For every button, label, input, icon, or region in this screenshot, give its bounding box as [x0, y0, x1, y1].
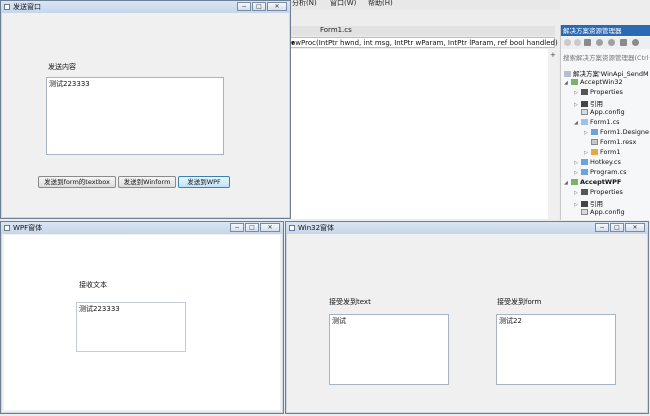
- references-icon: [581, 101, 588, 107]
- resx-file-icon: [591, 139, 598, 145]
- send-window: 发送窗口 − □ ✕ 发送内容 测试223333 发送到form的textbox…: [0, 0, 291, 219]
- collapsed-arrow-icon[interactable]: ▷: [574, 102, 581, 108]
- tree-item-form1[interactable]: ▷ Form1: [584, 148, 621, 158]
- sync-icon[interactable]: [608, 39, 615, 46]
- win32-window-client: 接受发到text 测试 接受发到form 测试22: [289, 235, 645, 410]
- member-dropdown[interactable]: owProc(IntPtr hwnd, int msg, IntPtr wPar…: [290, 37, 558, 48]
- cs-file-icon: [581, 159, 588, 165]
- app-icon: [4, 4, 10, 10]
- cs-file-icon: [581, 169, 588, 175]
- back-icon[interactable]: [564, 39, 571, 46]
- content-label: 发送内容: [48, 63, 76, 71]
- minimize-button[interactable]: −: [230, 223, 244, 232]
- app-icon: [289, 225, 295, 231]
- collapsed-arrow-icon[interactable]: ▷: [574, 170, 581, 176]
- home-icon[interactable]: [584, 39, 591, 46]
- close-button[interactable]: ✕: [625, 223, 645, 232]
- solution-search-input[interactable]: 搜索解决方案资源管理器(Ctrl+: [563, 52, 650, 61]
- send-window-titlebar[interactable]: 发送窗口 − □ ✕: [1, 1, 290, 13]
- close-button[interactable]: ✕: [260, 223, 280, 232]
- tree-item-app-config[interactable]: App.config: [581, 108, 625, 118]
- tree-item-form1-cs[interactable]: ◢ Form1.cs: [574, 118, 620, 128]
- maximize-button[interactable]: □: [610, 223, 624, 232]
- form-receive-label: 接受发到form: [497, 298, 542, 306]
- content-textarea[interactable]: 测试223333: [46, 77, 224, 155]
- references-icon: [581, 201, 588, 207]
- tree-item-solution[interactable]: 解决方案'WinApi_SendM: [564, 68, 649, 78]
- form-file-icon: [581, 119, 588, 125]
- tree-item-app-config[interactable]: App.config: [581, 208, 625, 218]
- tab-form1-cs[interactable]: Form1.cs: [320, 26, 352, 34]
- menu-window[interactable]: 窗口(W): [330, 0, 356, 8]
- minimize-button[interactable]: −: [237, 2, 251, 11]
- tree-item-hotkey[interactable]: ▷ Hotkey.cs: [574, 158, 621, 168]
- receive-textbox[interactable]: 测试223333: [76, 302, 186, 352]
- win32-window: Win32窗体 − □ ✕ 接受发到text 测试 接受发到form 测试22: [285, 221, 649, 414]
- close-button[interactable]: ✕: [267, 2, 287, 11]
- menu-help[interactable]: 帮助(H): [368, 0, 393, 8]
- send-to-winform-button[interactable]: 发送到Winform: [118, 176, 176, 188]
- code-editor[interactable]: [290, 49, 548, 219]
- tree-item-references[interactable]: ▷ 引用: [574, 98, 603, 108]
- refresh-icon[interactable]: [596, 39, 603, 46]
- config-file-icon: [581, 109, 588, 115]
- wpf-window-title: WPF窗体: [13, 224, 43, 232]
- tree-item-acceptwin32[interactable]: ◢ AcceptWin32: [564, 78, 623, 88]
- solution-explorer-toolbar: [561, 37, 650, 49]
- tree-item-properties[interactable]: ▷ Properties: [574, 188, 623, 198]
- send-to-form-textbox-button[interactable]: 发送到form的textbox: [38, 176, 116, 188]
- add-icon: +: [550, 51, 556, 59]
- collapsed-arrow-icon[interactable]: ▷: [574, 190, 581, 196]
- class-icon: [591, 149, 598, 155]
- send-to-wpf-button[interactable]: 发送到WPF: [178, 176, 230, 188]
- wpf-window: WPF窗体 − □ ✕ 接收文本 测试223333: [0, 221, 284, 414]
- solution-explorer: 解决方案资源管理器 搜索解决方案资源管理器(Ctrl+ 解决方案'WinApi_…: [560, 25, 650, 220]
- app-icon: [4, 225, 10, 231]
- solution-icon: [564, 71, 571, 77]
- collapse-icon[interactable]: [620, 39, 627, 46]
- maximize-button[interactable]: □: [245, 223, 259, 232]
- wrench-icon: [581, 89, 588, 95]
- cs-file-icon: [591, 129, 598, 135]
- menu-analyze[interactable]: 分析(N): [292, 0, 317, 8]
- wpf-window-titlebar[interactable]: WPF窗体 − □ ✕: [1, 222, 283, 234]
- forward-icon[interactable]: [574, 39, 581, 46]
- collapsed-arrow-icon[interactable]: ▷: [584, 130, 591, 136]
- editor-scrollbar[interactable]: +: [548, 49, 558, 219]
- wpf-window-client: 接收文本 测试223333: [4, 235, 280, 410]
- config-file-icon: [581, 209, 588, 215]
- form-receive-box[interactable]: 测试22: [496, 314, 616, 385]
- vs-menubar: 分析(N) 窗口(W) 帮助(H): [290, 0, 560, 10]
- receive-label: 接收文本: [79, 281, 107, 289]
- project-icon: [571, 79, 578, 85]
- tree-item-references[interactable]: ▷ 引用: [574, 198, 603, 208]
- expanded-arrow-icon[interactable]: ◢: [574, 120, 581, 126]
- tree-item-properties[interactable]: ▷ Properties: [574, 88, 623, 98]
- tree-item-acceptwpf[interactable]: ◢ AcceptWPF: [564, 178, 621, 188]
- collapsed-arrow-icon[interactable]: ▷: [584, 150, 591, 156]
- settings-icon[interactable]: [632, 39, 639, 46]
- send-window-client: 发送内容 测试223333 发送到form的textbox 发送到Winform…: [4, 14, 287, 216]
- win32-window-titlebar[interactable]: Win32窗体 − □ ✕: [286, 222, 648, 234]
- expanded-arrow-icon[interactable]: ◢: [564, 80, 571, 86]
- minimize-button[interactable]: −: [595, 223, 609, 232]
- collapsed-arrow-icon[interactable]: ▷: [574, 202, 581, 208]
- send-window-title: 发送窗口: [13, 3, 41, 11]
- maximize-button[interactable]: □: [252, 2, 266, 11]
- tree-item-form1-designer[interactable]: ▷ Form1.Designe: [584, 128, 649, 138]
- tree-item-program[interactable]: ▷ Program.cs: [574, 168, 626, 178]
- collapsed-arrow-icon[interactable]: ▷: [574, 90, 581, 96]
- tree-item-form1-resx[interactable]: Form1.resx: [591, 138, 636, 148]
- project-icon: [571, 179, 578, 185]
- win32-window-title: Win32窗体: [298, 224, 335, 232]
- solution-explorer-title: 解决方案资源管理器: [561, 25, 650, 36]
- editor-tabstrip: Form1.cs: [290, 26, 555, 36]
- expanded-arrow-icon[interactable]: ◢: [564, 180, 571, 186]
- collapsed-arrow-icon[interactable]: ▷: [574, 160, 581, 166]
- text-receive-label: 接受发到text: [329, 298, 371, 306]
- wrench-icon: [581, 189, 588, 195]
- text-receive-box[interactable]: 测试: [329, 314, 449, 385]
- chevron-down-icon: ▾: [291, 39, 295, 47]
